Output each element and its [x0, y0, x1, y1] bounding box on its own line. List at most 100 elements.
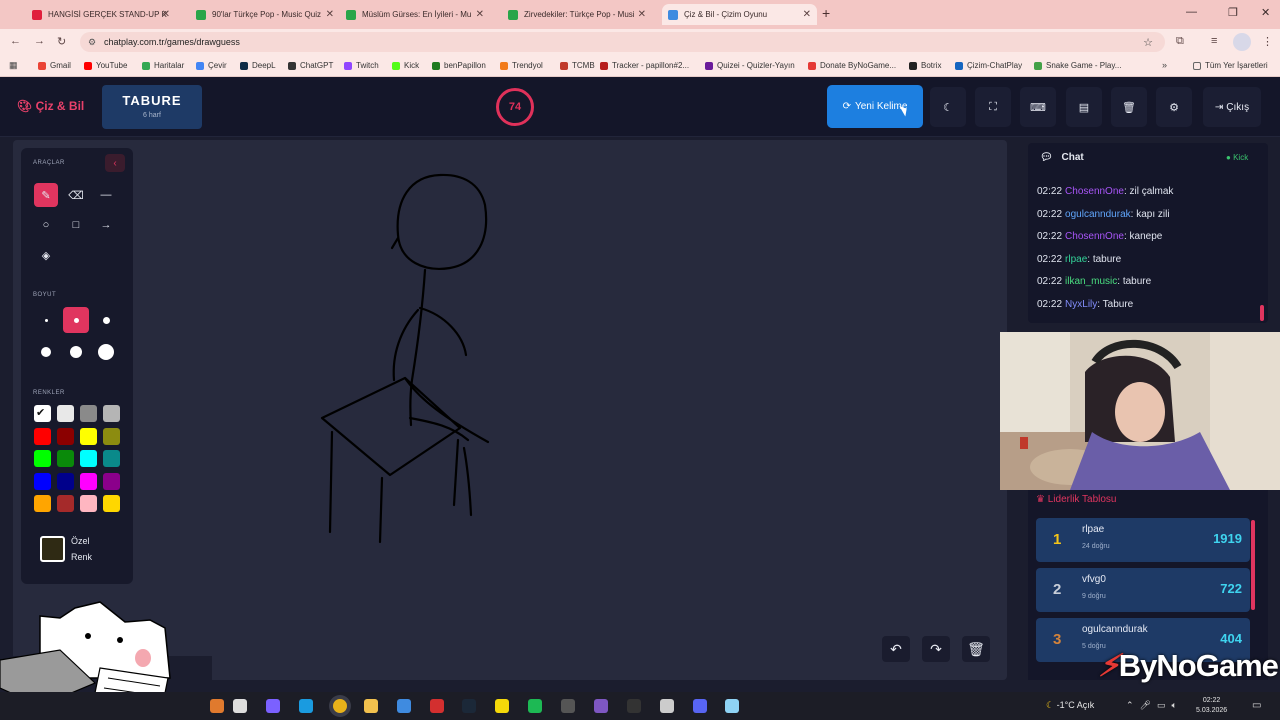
color-swatch[interactable] — [80, 495, 97, 512]
color-swatch[interactable] — [34, 450, 51, 467]
leaderboard-rank: 1 — [1053, 531, 1062, 548]
file-explorer-icon[interactable] — [364, 699, 378, 713]
drawn-stroke — [390, 236, 400, 250]
chrome-icon[interactable] — [333, 699, 347, 713]
obs-icon[interactable] — [627, 699, 641, 713]
weather-widget[interactable]: ☾ -1°C Açık — [1046, 700, 1094, 711]
notification-icon[interactable]: ▭ — [1252, 700, 1261, 711]
system-clock[interactable]: 02:22 5.03.2026 — [1196, 696, 1227, 716]
color-swatch[interactable] — [103, 495, 120, 512]
moon-icon: ☾ — [1046, 700, 1055, 710]
color-swatch[interactable] — [57, 495, 74, 512]
pen-tool[interactable]: ✎ — [34, 183, 58, 207]
crown-icon: ♛ — [1036, 494, 1045, 505]
arrow-tool[interactable]: → — [94, 213, 118, 237]
color-swatch[interactable] — [57, 472, 74, 490]
leaderboard-title: ♛ Liderlik Tablosu — [1036, 494, 1117, 505]
color-swatch[interactable] — [103, 405, 120, 422]
store-icon[interactable] — [397, 699, 411, 713]
fill-tool[interactable]: ◈ — [34, 243, 58, 267]
size-option-4[interactable] — [33, 339, 59, 365]
leaderboard-correct-count: 9 doğru — [1082, 593, 1106, 600]
custom-color-label[interactable]: Özel Renk — [71, 533, 92, 565]
circle-tool[interactable]: ○ — [34, 213, 58, 237]
size-option-5[interactable] — [63, 339, 89, 365]
spotify-icon[interactable] — [528, 699, 542, 713]
leaderboard-name: vfvg0 — [1082, 574, 1106, 585]
edge-icon[interactable] — [299, 699, 313, 713]
opera-icon[interactable] — [430, 699, 444, 713]
leaderboard-correct-count: 24 doğru — [1082, 543, 1110, 550]
system-tray[interactable]: ⌃🎤︎▭🔈︎ — [1126, 700, 1183, 711]
drawn-stool-leg-3 — [452, 438, 460, 507]
line-tool[interactable]: — — [94, 183, 118, 207]
custom-color-swatch[interactable] — [40, 536, 65, 562]
sticky-notes-icon[interactable] — [495, 699, 509, 713]
chat-message: 02:22 NyxLily: Tabure — [1037, 299, 1133, 310]
webcam-overlay — [1000, 332, 1280, 490]
color-swatch[interactable] — [57, 450, 74, 467]
start-icon[interactable] — [210, 699, 224, 713]
discord-icon[interactable] — [693, 699, 707, 713]
steam-icon[interactable] — [462, 699, 476, 713]
color-swatch[interactable] — [34, 495, 51, 512]
color-swatch[interactable] — [103, 427, 120, 445]
bynogame-logo-icon: ⚡︎ — [1098, 648, 1120, 683]
chat-message-user[interactable]: ChosennOne — [1065, 231, 1124, 242]
chat-message-text: : kapı zili — [1130, 208, 1170, 220]
chat-message-user[interactable]: NyxLily — [1065, 299, 1097, 310]
pencil-icon: ✎ — [41, 189, 51, 202]
notepad-icon[interactable] — [725, 699, 739, 713]
clear-canvas-button[interactable]: 🗑︎ — [962, 636, 990, 662]
chat-message-text: : Tabure — [1097, 299, 1134, 310]
selected-check-icon: ✔ — [36, 407, 46, 419]
redo-button[interactable]: ↷ — [922, 636, 950, 662]
chat-message-text: : tabure — [1117, 276, 1152, 288]
app-icon[interactable] — [594, 699, 608, 713]
copilot-icon[interactable] — [266, 699, 280, 713]
color-swatch[interactable] — [103, 472, 120, 490]
tools-section-label: ARAÇLAR — [33, 160, 65, 166]
color-swatch[interactable] — [80, 427, 97, 445]
color-swatch[interactable] — [80, 472, 97, 490]
collapse-panel-button[interactable]: ‹ — [105, 154, 125, 172]
chat-message: 02:22 ChosennOne: kanepe — [1037, 231, 1162, 242]
chat-message-user[interactable]: ChosennOne — [1065, 186, 1124, 197]
color-swatch[interactable] — [34, 472, 51, 490]
chat-message-user[interactable]: ilkan_music — [1065, 276, 1117, 287]
color-swatch[interactable] — [34, 427, 51, 445]
size-option-2[interactable] — [63, 307, 89, 333]
undo-button[interactable]: ↶ — [882, 636, 910, 662]
task-view-icon[interactable] — [233, 699, 247, 713]
chat-message-user[interactable]: rlpae — [1065, 254, 1087, 265]
chat-message-text: : kanepe — [1123, 231, 1163, 243]
color-swatch[interactable] — [57, 405, 74, 422]
chat-title-text: Chat — [1061, 152, 1084, 163]
chat-message: 02:22 ilkan_music: tabure — [1037, 276, 1151, 287]
color-swatch[interactable] — [57, 427, 74, 445]
chat-scrollbar[interactable] — [1260, 305, 1264, 321]
app-icon[interactable] — [561, 699, 575, 713]
size-option-6[interactable] — [93, 339, 119, 365]
chat-message-user[interactable]: ogulcanndurak — [1065, 209, 1131, 220]
leaderboard-rank: 3 — [1053, 631, 1062, 648]
color-swatch[interactable] — [103, 450, 120, 467]
eraser-tool[interactable]: ⌫ — [64, 183, 88, 207]
leaderboard-scrollbar[interactable] — [1251, 520, 1255, 610]
trash-icon: 🗑︎ — [967, 640, 985, 657]
color-swatch[interactable] — [80, 405, 97, 422]
paint-bucket-icon: ◈ — [41, 249, 51, 262]
custom-color-label-2: Renk — [71, 552, 93, 562]
leaderboard-name: rlpae — [1082, 524, 1105, 535]
colors-section-label: RENKLER — [33, 390, 65, 396]
color-swatch[interactable] — [80, 450, 97, 467]
size-option-1[interactable] — [33, 307, 59, 333]
chatgpt-icon[interactable] — [660, 699, 674, 713]
leaderboard-row: 1 rlpae 24 doğru 1919 — [1036, 518, 1250, 562]
arrow-right-icon: → — [100, 219, 112, 231]
watermark-text: ByNoGame — [1118, 648, 1279, 683]
undo-icon: ↶ — [890, 640, 902, 657]
drawn-leg — [403, 376, 490, 444]
rectangle-tool[interactable]: □ — [64, 213, 88, 237]
size-option-3[interactable] — [93, 307, 119, 333]
